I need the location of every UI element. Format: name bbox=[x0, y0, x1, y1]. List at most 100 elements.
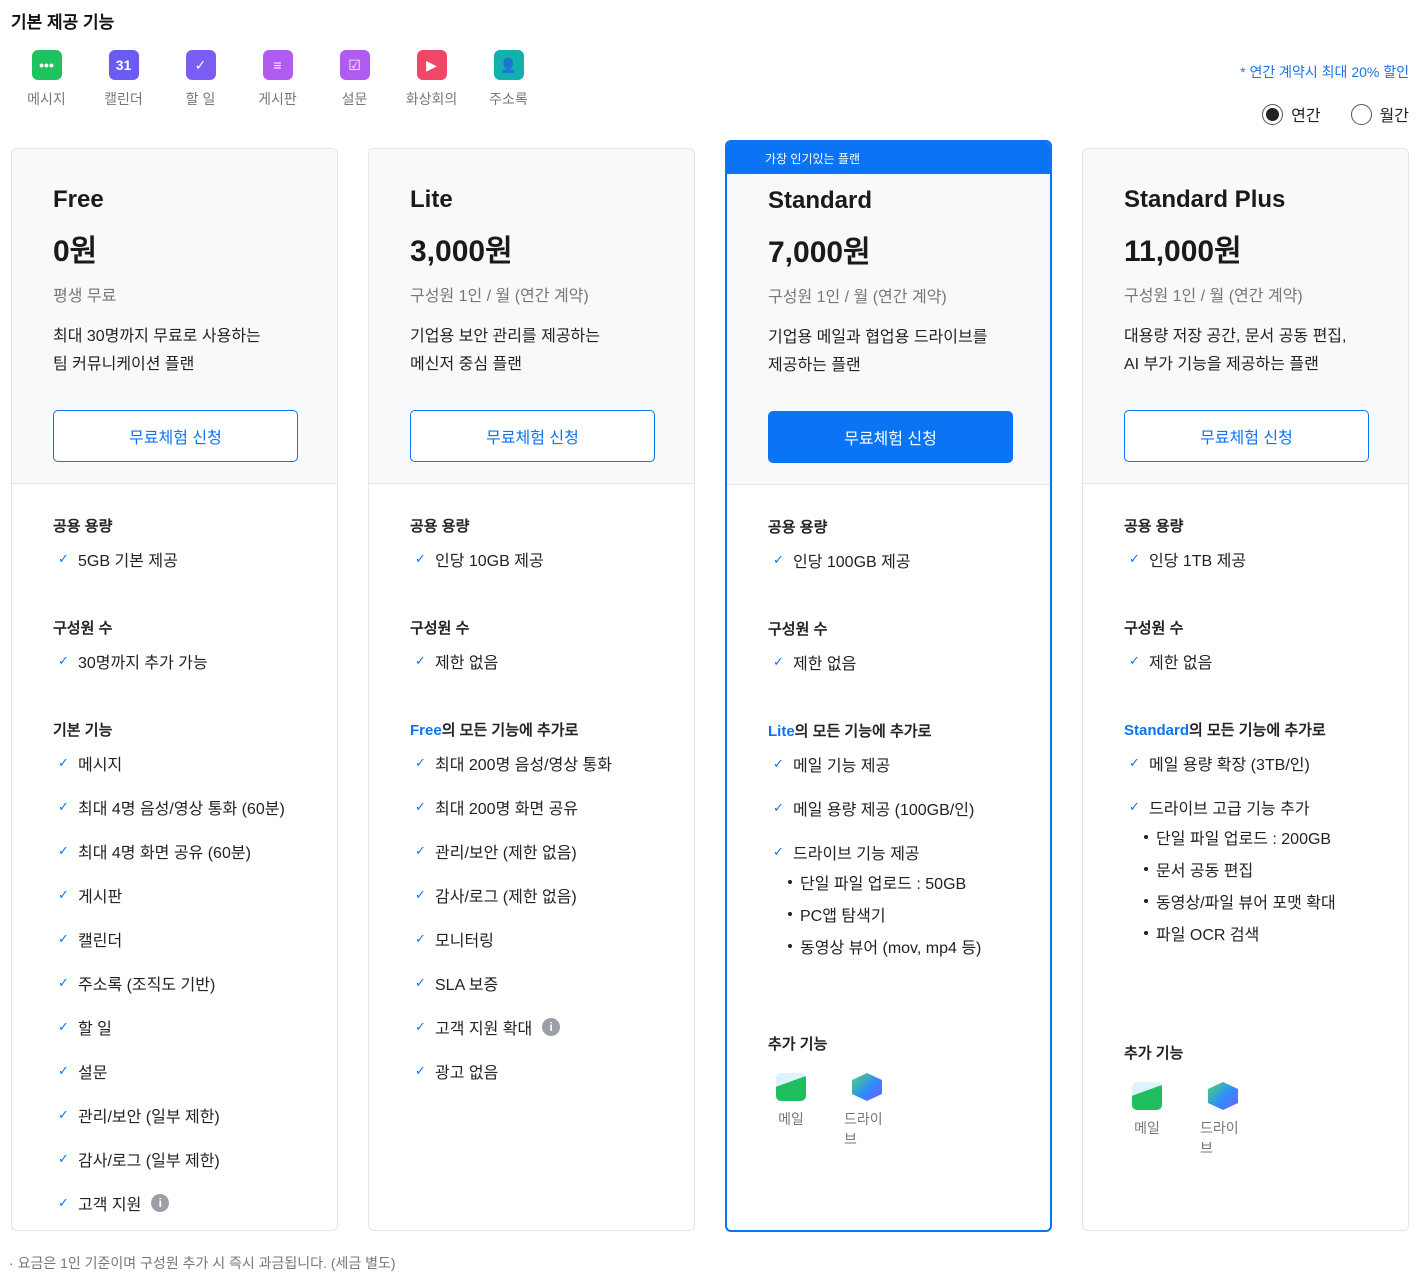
storage-heading: 공용 용량 bbox=[1124, 518, 1184, 535]
feature-item: ✓ 최대 200명 음성/영상 통화 bbox=[410, 741, 694, 785]
feature-item: ✓ 최대 4명 음성/영상 통화 (60분) bbox=[53, 785, 337, 829]
check-icon: ✓ bbox=[415, 653, 426, 668]
check-icon: ✓ bbox=[58, 887, 69, 902]
features-heading-text: 기본 기능 bbox=[53, 722, 113, 739]
addon-heading: 추가 기능 bbox=[1124, 1045, 1184, 1062]
app-chat: ••• 메시지 bbox=[8, 50, 85, 109]
addon-section: 추가 기능 메일 드라이브 bbox=[1124, 1042, 1246, 1158]
sub-feature-item: 문서 공동 편집 bbox=[1144, 853, 1408, 885]
feature-text: 게시판 bbox=[78, 889, 123, 906]
feature-item: ✓ SLA 보증 bbox=[410, 961, 694, 1005]
video-icon: ▶ bbox=[416, 50, 447, 80]
desc-line: 팀 커뮤니케이션 플랜 bbox=[53, 356, 195, 373]
check-icon: ✓ bbox=[415, 931, 426, 946]
check-icon: ✓ bbox=[58, 931, 69, 946]
footer-note: · 요금은 1인 기준이며 구성원 추가 시 즉시 과금됩니다. (세금 별도) bbox=[9, 1255, 396, 1271]
radio-checked-icon bbox=[1262, 103, 1284, 125]
check-icon: ✓ bbox=[58, 1063, 69, 1078]
feature-item: ✓ 주소록 (조직도 기반) bbox=[53, 961, 337, 1005]
feature-item: ✓ 감사/로그 (제한 없음) bbox=[410, 873, 694, 917]
feature-text: 최대 200명 음성/영상 통화 bbox=[435, 757, 612, 774]
addon-label: 드라이브 bbox=[1200, 1120, 1239, 1156]
check-icon: ✓ bbox=[773, 552, 784, 567]
radio-label: 월간 bbox=[1379, 108, 1409, 125]
app-todo-check: ✓ 할 일 bbox=[162, 50, 239, 109]
check-icon: ✓ bbox=[773, 756, 784, 771]
addon-mail[interactable]: 메일 bbox=[1124, 1082, 1170, 1158]
feature-text: 메일 용량 확장 (3TB/인) bbox=[1149, 757, 1310, 774]
plan-billing-unit: 구성원 1인 / 월 (연간 계약) bbox=[1124, 288, 1303, 305]
feature-text: 모니터링 bbox=[435, 933, 494, 950]
drive-icon bbox=[852, 1073, 882, 1101]
info-icon[interactable]: i bbox=[151, 1194, 170, 1212]
check-icon: ✓ bbox=[415, 887, 426, 902]
feature-text: 할 일 bbox=[78, 1021, 112, 1038]
plan-description: 기업용 보안 관리를 제공하는 메신저 중심 플랜 bbox=[410, 323, 694, 379]
feature-text: 광고 없음 bbox=[435, 1065, 499, 1082]
app-label: 메시지 bbox=[27, 91, 66, 107]
feature-text: 인당 10GB 제공 bbox=[435, 553, 544, 570]
desc-line: 기업용 메일과 협업용 드라이브를 bbox=[768, 329, 988, 346]
storage-heading: 공용 용량 bbox=[768, 519, 828, 536]
radio-unchecked-icon bbox=[1350, 103, 1372, 125]
feature-text: 메일 용량 제공 (100GB/인) bbox=[793, 802, 975, 819]
app-label: 캘린더 bbox=[104, 91, 143, 107]
check-icon: ✓ bbox=[773, 654, 784, 669]
feature-item: ✓ 광고 없음 bbox=[410, 1049, 694, 1093]
plan-header: Standard 7,000원 구성원 1인 / 월 (연간 계약) 기업용 메… bbox=[727, 174, 1050, 485]
calendar-icon: 31 bbox=[108, 50, 139, 80]
desc-line: 대용량 저장 공간, 문서 공동 편집, bbox=[1124, 328, 1347, 345]
feature-text: 최대 4명 화면 공유 (60분) bbox=[78, 845, 251, 862]
base-plan-name: Standard bbox=[1124, 722, 1190, 739]
features-heading: 기본 기능 bbox=[53, 719, 337, 741]
addon-mail[interactable]: 메일 bbox=[768, 1073, 814, 1149]
billing-annual-radio[interactable]: 연간 bbox=[1262, 102, 1321, 126]
free-trial-button[interactable]: 무료체험 신청 bbox=[768, 411, 1013, 463]
plan-features: 공용 용량 ✓ 인당 10GB 제공 구성원 수 ✓ 제한 없음 Free의 모든 … bbox=[369, 484, 694, 1093]
plan-billing-unit: 구성원 1인 / 월 (연간 계약) bbox=[410, 288, 589, 305]
feature-item: ✓ 메일 용량 제공 (100GB/인) bbox=[768, 786, 1050, 830]
addon-drive[interactable]: 드라이브 bbox=[1200, 1082, 1246, 1158]
addon-heading: 추가 기능 bbox=[768, 1036, 828, 1053]
check-icon: ✓ bbox=[58, 1195, 69, 1210]
feature-item: ✓ 메일 기능 제공 bbox=[768, 742, 1050, 786]
app-video: ▶ 화상회의 bbox=[393, 50, 470, 109]
addon-drive[interactable]: 드라이브 bbox=[844, 1073, 890, 1149]
check-icon: ✓ bbox=[58, 653, 69, 668]
free-trial-button[interactable]: 무료체험 신청 bbox=[1124, 410, 1369, 462]
feature-item: ✓ 설문 bbox=[53, 1049, 337, 1093]
plan-price: 7,000원 bbox=[768, 236, 871, 269]
feature-text: 고객 지원 확대 bbox=[435, 1021, 533, 1038]
sub-feature-item: PC앱 탐색기 bbox=[788, 898, 1050, 930]
popular-badge: 가장 인기있는 플랜 bbox=[727, 142, 1050, 174]
addon-label: 메일 bbox=[1134, 1120, 1160, 1136]
plan-description: 대용량 저장 공간, 문서 공동 편집, AI 부가 기능을 제공하는 플랜 bbox=[1124, 323, 1408, 379]
feature-text: 30명까지 추가 가능 bbox=[78, 655, 208, 672]
features-heading: Free의 모든 기능에 추가로 bbox=[410, 719, 694, 741]
check-icon: ✓ bbox=[415, 1019, 426, 1034]
sub-feature-text: 문서 공동 편집 bbox=[1156, 863, 1254, 880]
plan-description: 최대 30명까지 무료로 사용하는 팀 커뮤니케이션 플랜 bbox=[53, 323, 337, 379]
check-icon: ✓ bbox=[58, 1151, 69, 1166]
plan-name: Free bbox=[53, 186, 104, 213]
feature-text: 제한 없음 bbox=[1149, 655, 1213, 672]
desc-line: 메신저 중심 플랜 bbox=[410, 356, 522, 373]
members-heading: 구성원 수 bbox=[410, 620, 470, 637]
free-trial-button[interactable]: 무료체험 신청 bbox=[53, 410, 298, 462]
addon-label: 드라이브 bbox=[844, 1111, 883, 1147]
check-icon: ✓ bbox=[1129, 653, 1140, 668]
feature-text: 캘린더 bbox=[78, 933, 123, 950]
info-icon[interactable]: i bbox=[542, 1018, 561, 1036]
board-icon: ≡ bbox=[262, 50, 293, 80]
feature-item: ✓ 인당 100GB 제공 bbox=[768, 538, 1050, 582]
check-icon: ✓ bbox=[58, 551, 69, 566]
app-label: 설문 bbox=[341, 91, 368, 107]
survey-icon: ☑ bbox=[339, 50, 370, 80]
feature-item: ✓ 제한 없음 bbox=[410, 639, 694, 683]
free-trial-button[interactable]: 무료체험 신청 bbox=[410, 410, 655, 462]
feature-text: SLA 보증 bbox=[435, 977, 499, 994]
todo-check-icon: ✓ bbox=[185, 50, 216, 80]
feature-item: ✓ 할 일 bbox=[53, 1005, 337, 1049]
billing-monthly-radio[interactable]: 월간 bbox=[1350, 102, 1409, 126]
plan-header: Standard Plus 11,000원 구성원 1인 / 월 (연간 계약)… bbox=[1083, 149, 1408, 484]
